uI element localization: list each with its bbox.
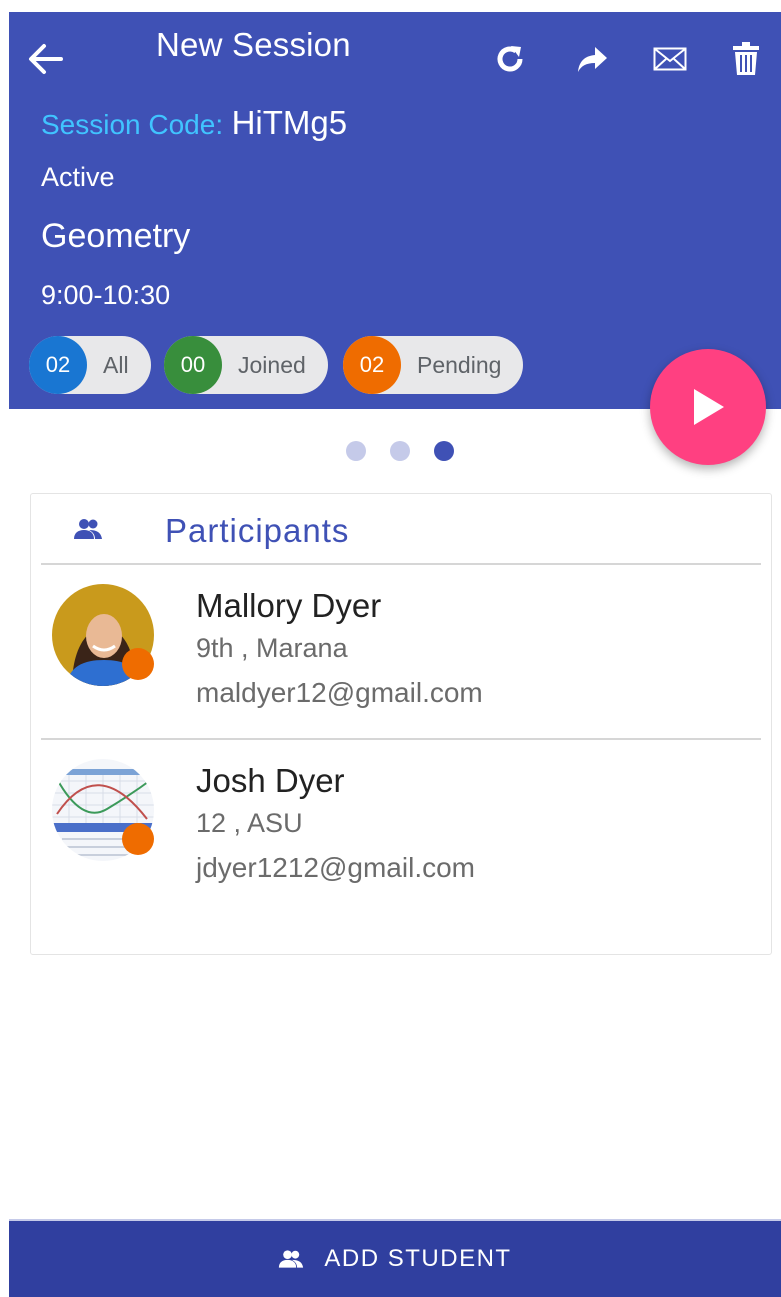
participants-title: Participants [165, 512, 350, 549]
filter-all-count: 02 [29, 336, 87, 394]
start-session-button[interactable] [650, 349, 766, 465]
participant-email: jdyer1212@gmail.com [196, 852, 475, 883]
session-header: New Session Session Code: HiTMg5 Active … [9, 12, 781, 409]
participant-row[interactable]: Josh Dyer 12 , ASU jdyer1212@gmail.com [41, 740, 761, 915]
filter-all[interactable]: 02 All [29, 336, 151, 394]
participant-row[interactable]: Mallory Dyer 9th , Marana maldyer12@gmai… [41, 565, 761, 740]
participant-name: Josh Dyer [196, 762, 345, 799]
people-icon [279, 1250, 304, 1268]
share-icon[interactable] [573, 42, 613, 76]
session-code: Session Code: HiTMg5 [41, 104, 347, 142]
session-status: Active [41, 162, 115, 192]
participant-email: maldyer12@gmail.com [196, 677, 483, 708]
session-time: 9:00-10:30 [41, 280, 171, 310]
page-dot[interactable] [390, 441, 410, 461]
refresh-icon[interactable] [490, 42, 530, 76]
pending-status-dot [122, 648, 154, 680]
filter-joined-count: 00 [164, 336, 222, 394]
participants-header: Participants [41, 494, 761, 565]
participant-details: 12 , ASU [196, 808, 303, 838]
filter-pending-count: 02 [343, 336, 401, 394]
filter-pending-label: Pending [417, 351, 502, 378]
participant-details: 9th , Marana [196, 633, 348, 663]
back-arrow-icon[interactable] [25, 42, 65, 76]
session-code-value: HiTMg5 [231, 104, 348, 141]
page-dot-active[interactable] [434, 441, 454, 461]
trash-icon[interactable] [726, 42, 766, 76]
course-name: Geometry [41, 217, 191, 255]
filter-all-label: All [103, 351, 129, 378]
page-dot[interactable] [346, 441, 366, 461]
participant-name: Mallory Dyer [196, 587, 382, 624]
play-icon [694, 389, 724, 425]
pending-status-dot [122, 823, 154, 855]
page-title: New Session [156, 26, 351, 63]
mail-icon[interactable] [650, 42, 690, 76]
filter-joined[interactable]: 00 Joined [164, 336, 328, 394]
filter-joined-label: Joined [238, 351, 306, 378]
filter-pending[interactable]: 02 Pending [343, 336, 524, 394]
participants-card: Participants Mallory Dyer 9th , Marana m… [30, 493, 772, 955]
add-student-button[interactable]: ADD STUDENT [9, 1219, 781, 1297]
session-code-label: Session Code: [41, 109, 224, 140]
add-student-label: ADD STUDENT [324, 1245, 512, 1272]
people-icon [74, 519, 102, 539]
page-indicator [346, 441, 454, 461]
